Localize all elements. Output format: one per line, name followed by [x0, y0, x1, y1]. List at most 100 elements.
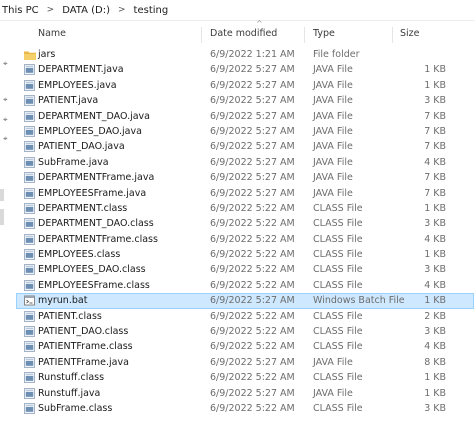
nav-item-marker[interactable] [0, 209, 4, 225]
file-size: 7 KB [424, 187, 446, 199]
file-date-modified: 6/9/2022 5:27 AM [210, 295, 295, 307]
file-size: 3 KB [424, 95, 446, 107]
file-size: 4 KB [424, 279, 446, 291]
file-row[interactable]: DEPARTMENT_DAO.java 6/9/2022 5:27 AM JAVA … [16, 109, 474, 124]
column-divider[interactable] [304, 27, 305, 43]
file-name: PATIENT_DAO.class [38, 326, 129, 338]
file-row[interactable]: EMPLOYEES_DAO.java 6/9/2022 5:27 AM JAVA F… [16, 124, 474, 139]
file-date-modified: 6/9/2022 5:27 AM [210, 95, 295, 107]
file-name: PATIENTFrame.class [38, 341, 133, 353]
file-row[interactable]: PATIENT.class 6/9/2022 5:22 AM CLASS File 2… [16, 309, 474, 324]
java-file-icon [24, 141, 35, 153]
file-row[interactable]: PATIENTFrame.java 6/9/2022 5:27 AM JAVA Fi… [16, 355, 474, 370]
file-row[interactable]: DEPARTMENT.class 6/9/2022 5:22 AM CLASS Fi… [16, 201, 474, 216]
file-row[interactable]: Runstuff.java 6/9/2022 5:27 AM JAVA File 1 … [16, 386, 474, 401]
java-file-icon [24, 356, 35, 368]
column-divider[interactable] [392, 27, 393, 43]
column-header-type[interactable]: Type [313, 28, 335, 39]
breadcrumb-separator-icon[interactable]: > [112, 5, 132, 15]
pin-icon[interactable]: ⌖ [3, 59, 8, 69]
file-size: 3 KB [424, 326, 446, 338]
class-file-icon [24, 264, 35, 276]
column-header-row: Name Date modified Type Size [16, 24, 474, 44]
file-row[interactable]: DEPARTMENT.java 6/9/2022 5:27 AM JAVA File… [16, 62, 474, 77]
file-date-modified: 6/9/2022 5:22 AM [210, 233, 295, 245]
file-row[interactable]: EMPLOYEESFrame.class 6/9/2022 5:22 AM CLAS… [16, 278, 474, 293]
column-header-name[interactable]: Name [38, 28, 66, 39]
file-row[interactable]: DEPARTMENTFrame.java 6/9/2022 5:27 AM JAVA… [16, 170, 474, 185]
breadcrumb: This PC > DATA (D:) > testing [0, 0, 474, 20]
file-name: EMPLOYEES.java [38, 79, 117, 91]
class-file-icon [24, 341, 35, 353]
file-date-modified: 6/9/2022 5:22 AM [210, 249, 295, 261]
file-name: EMPLOYEESFrame.java [38, 187, 147, 199]
address-bar-divider [0, 20, 474, 21]
file-row[interactable]: SubFrame.class 6/9/2022 5:22 AM CLASS File… [16, 401, 474, 416]
file-date-modified: 6/9/2022 5:27 AM [210, 125, 295, 137]
file-row[interactable]: Runstuff.class 6/9/2022 5:22 AM CLASS File… [16, 370, 474, 385]
java-file-icon [24, 387, 35, 399]
file-row[interactable]: PATIENTFrame.class 6/9/2022 5:22 AM CLASS … [16, 339, 474, 354]
file-type: CLASS File [313, 264, 363, 276]
file-size: 3 KB [424, 218, 446, 230]
file-list: jars 6/9/2022 1:21 AM File folder DEPARTMEN… [16, 47, 474, 416]
column-header-size[interactable]: Size [400, 28, 420, 39]
breadcrumb-item-data-drive[interactable]: DATA (D:) [60, 5, 112, 16]
file-name: Runstuff.java [38, 387, 101, 399]
class-file-icon [24, 403, 35, 414]
file-row[interactable]: EMPLOYEESFrame.java 6/9/2022 5:27 AM JAVA … [16, 186, 474, 201]
file-size: 4 KB [424, 233, 446, 245]
file-row[interactable]: PATIENT.java 6/9/2022 5:27 AM JAVA File 3 K… [16, 93, 474, 108]
file-size: 3 KB [424, 264, 446, 276]
file-row[interactable]: EMPLOYEES_DAO.class 6/9/2022 5:22 AM CLASS… [16, 262, 474, 277]
file-type: JAVA File [313, 64, 353, 76]
file-date-modified: 6/9/2022 5:22 AM [210, 341, 295, 353]
file-row[interactable]: PATIENT_DAO.java 6/9/2022 5:27 AM JAVA Fil… [16, 139, 474, 154]
file-type: CLASS File [313, 402, 363, 414]
pin-icon[interactable]: ⌖ [3, 115, 8, 125]
file-row[interactable]: DEPARTMENT_DAO.class 6/9/2022 5:22 AM CLAS… [16, 216, 474, 231]
file-name: DEPARTMENT.class [38, 202, 128, 214]
pin-icon[interactable]: ⌖ [3, 95, 8, 105]
file-row[interactable]: PATIENT_DAO.class 6/9/2022 5:22 AM CLASS F… [16, 324, 474, 339]
file-name: PATIENT.class [38, 310, 102, 322]
file-row[interactable]: EMPLOYEES.java 6/9/2022 5:27 AM JAVA File 1… [16, 78, 474, 93]
file-type: CLASS File [313, 372, 363, 384]
file-size: 1 KB [424, 295, 446, 307]
breadcrumb-separator-icon[interactable]: > [41, 5, 61, 15]
breadcrumb-item-this-pc[interactable]: This PC [0, 5, 41, 16]
class-file-icon [24, 218, 35, 230]
file-name: DEPARTMENT_DAO.class [38, 218, 154, 230]
file-date-modified: 6/9/2022 5:27 AM [210, 387, 295, 399]
file-date-modified: 6/9/2022 5:22 AM [210, 372, 295, 384]
file-row[interactable]: DEPARTMENTFrame.class 6/9/2022 5:22 AM CLA… [16, 232, 474, 247]
file-row[interactable]: jars 6/9/2022 1:21 AM File folder [16, 47, 474, 62]
navigation-pane-edge: ⌖ ⌖ ⌖ ⌖ [0, 21, 16, 424]
java-file-icon [24, 79, 35, 91]
java-file-icon [24, 126, 35, 137]
file-name: PATIENTFrame.java [38, 356, 129, 368]
file-row[interactable]: SubFrame.java 6/9/2022 5:27 AM JAVA File 4 … [16, 155, 474, 170]
file-date-modified: 6/9/2022 5:27 AM [210, 64, 295, 76]
file-name: EMPLOYEESFrame.class [38, 279, 150, 291]
column-divider[interactable] [201, 27, 202, 43]
file-date-modified: 6/9/2022 5:27 AM [210, 79, 295, 91]
file-type: JAVA File [313, 172, 353, 184]
file-size: 1 KB [424, 202, 446, 214]
file-name: DEPARTMENTFrame.java [38, 172, 155, 184]
file-size: 8 KB [424, 356, 446, 368]
nav-item-marker[interactable] [0, 189, 4, 201]
file-row[interactable]: myrun.bat 6/9/2022 5:27 AM Windows Batch F… [16, 293, 474, 309]
file-type: JAVA File [313, 141, 353, 153]
file-date-modified: 6/9/2022 5:27 AM [210, 141, 295, 153]
file-type: JAVA File [313, 187, 353, 199]
class-file-icon [24, 233, 35, 245]
column-header-date-modified[interactable]: Date modified [210, 28, 277, 39]
breadcrumb-item-testing[interactable]: testing [132, 5, 171, 16]
file-type: Windows Batch File [313, 295, 405, 307]
file-row[interactable]: EMPLOYEES.class 6/9/2022 5:22 AM CLASS Fil… [16, 247, 474, 262]
file-date-modified: 6/9/2022 5:22 AM [210, 310, 295, 322]
file-size: 7 KB [424, 125, 446, 137]
file-size: 2 KB [424, 310, 446, 322]
pin-icon[interactable]: ⌖ [3, 134, 8, 144]
